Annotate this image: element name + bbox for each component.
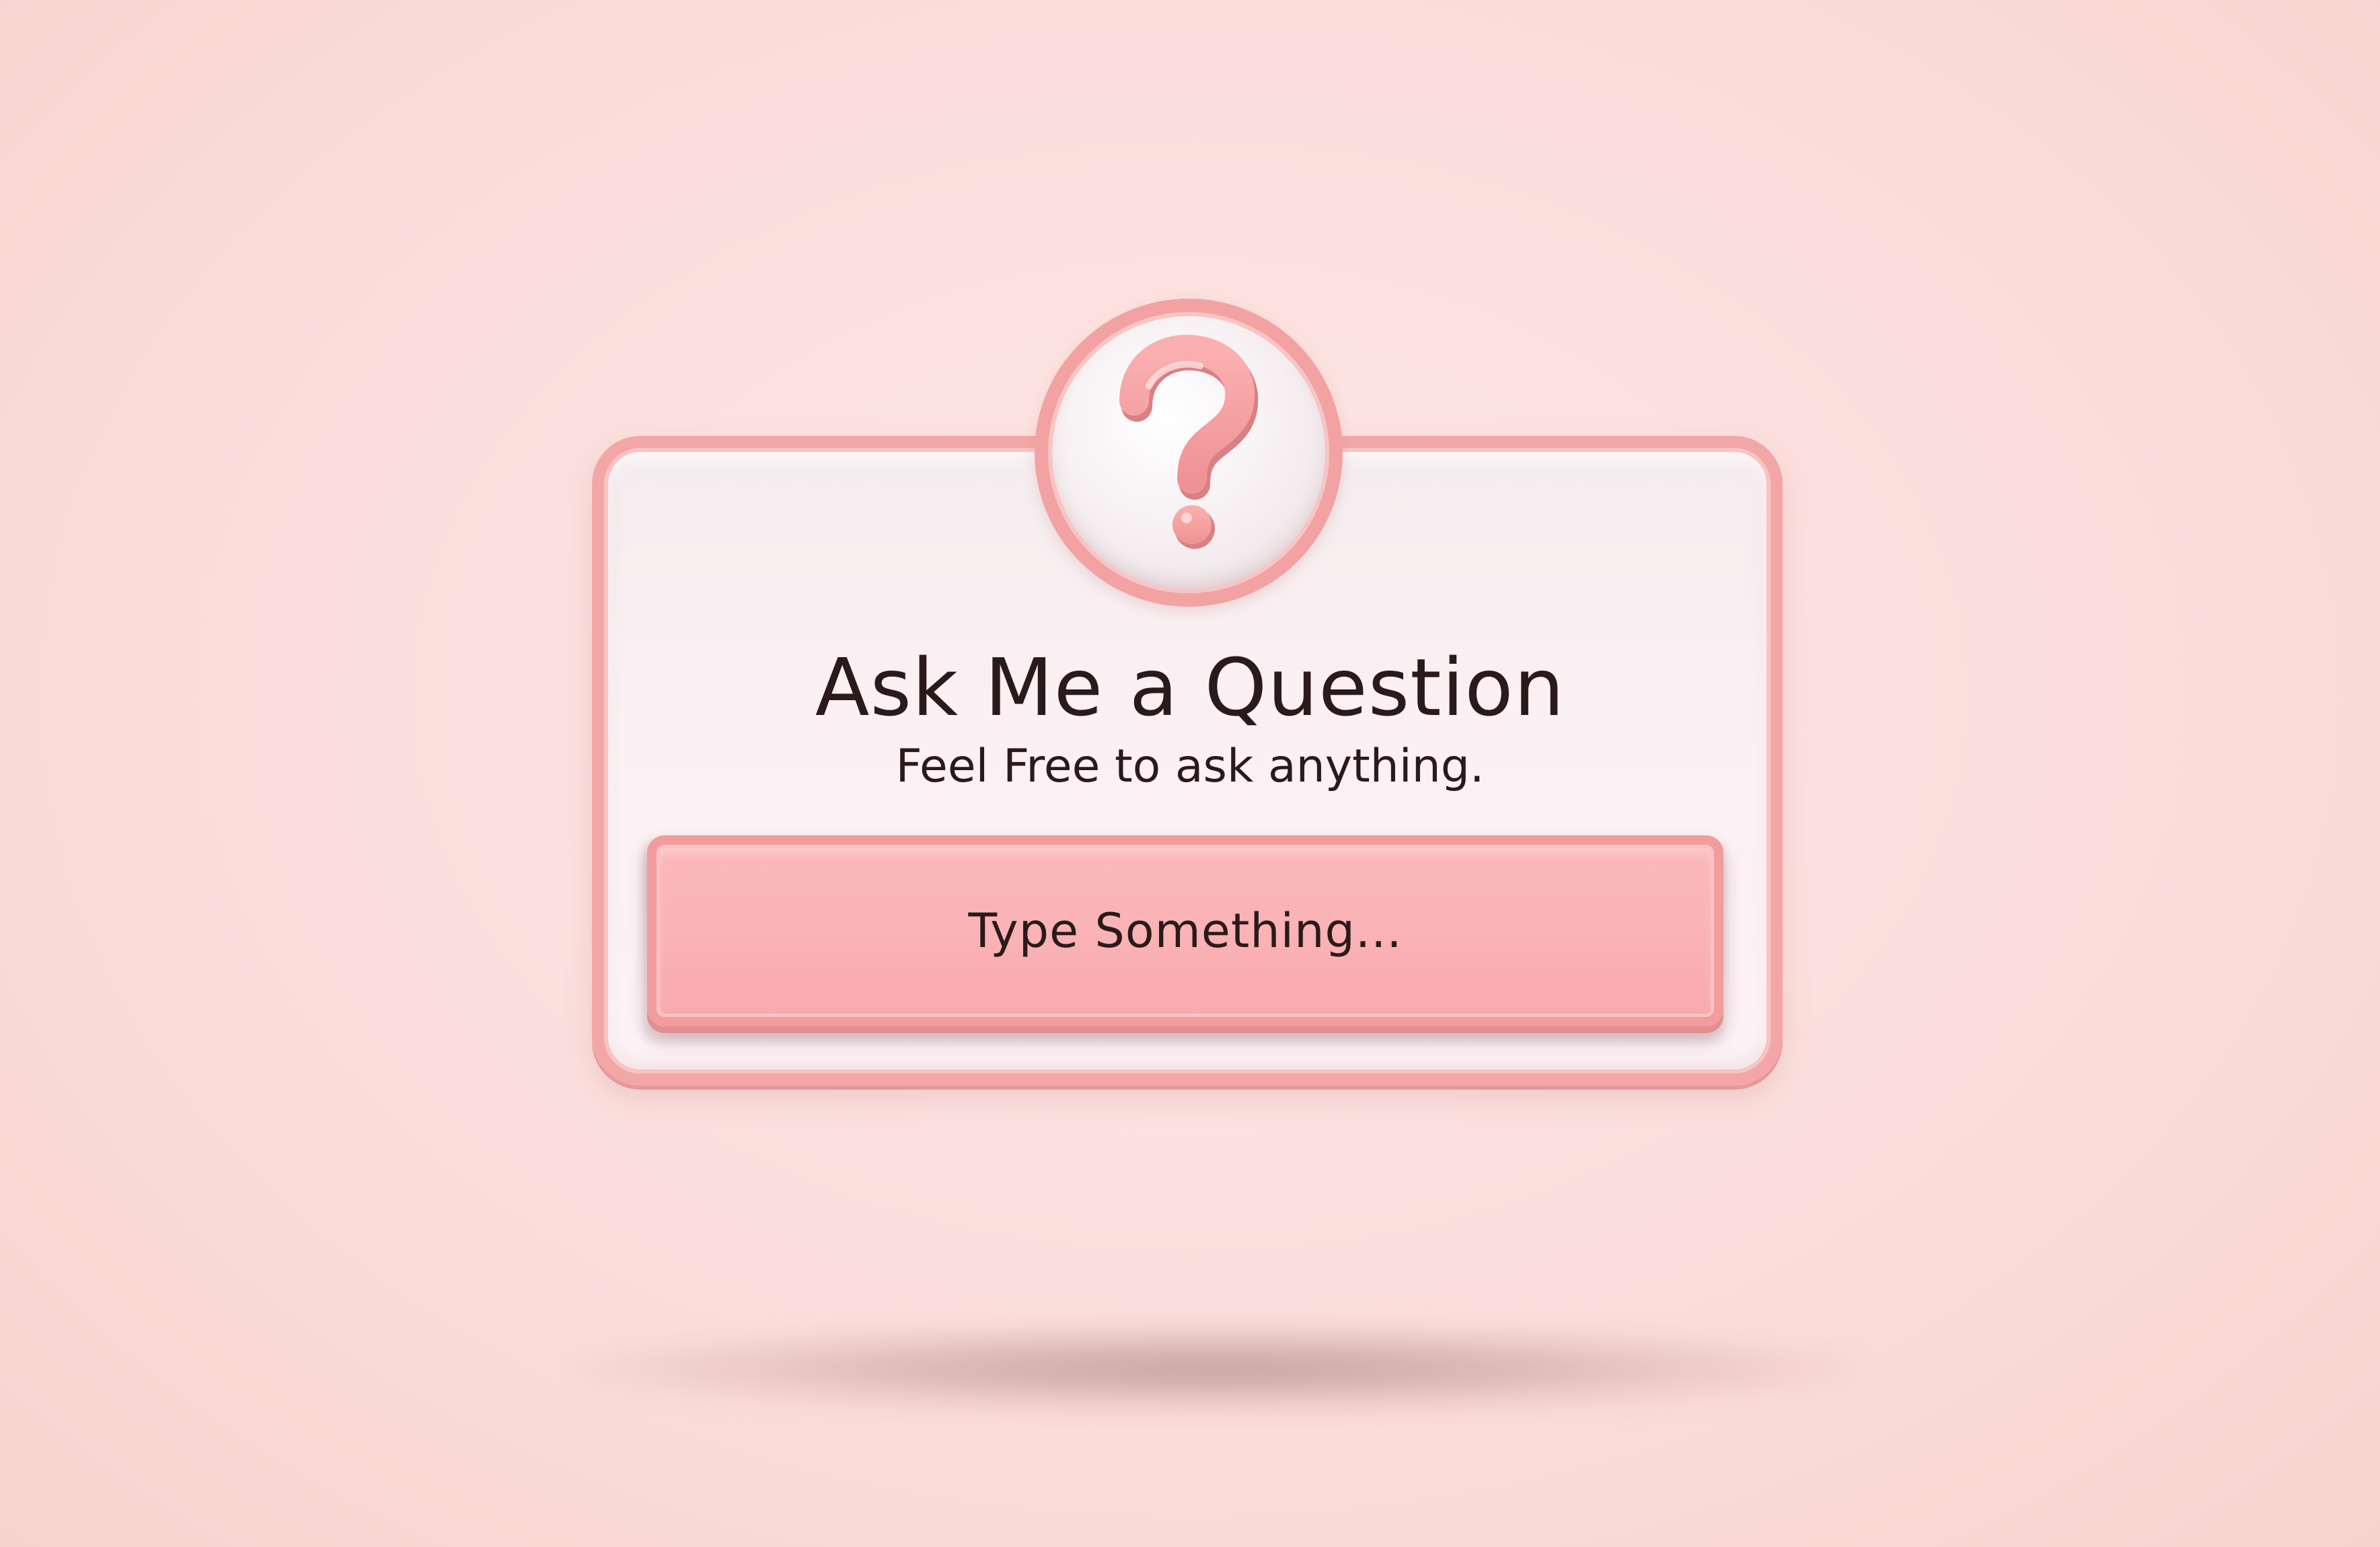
- question-badge: [1035, 299, 1343, 607]
- question-mark-icon: [1119, 334, 1259, 549]
- input-placeholder: Type Something...: [968, 903, 1403, 958]
- dialog-title: Ask Me a Question: [815, 641, 1565, 734]
- dialog-subtitle: Feel Free to ask anything.: [895, 740, 1485, 793]
- question-input[interactable]: Type Something...: [647, 835, 1723, 1026]
- floor-shadow: [579, 1325, 1857, 1412]
